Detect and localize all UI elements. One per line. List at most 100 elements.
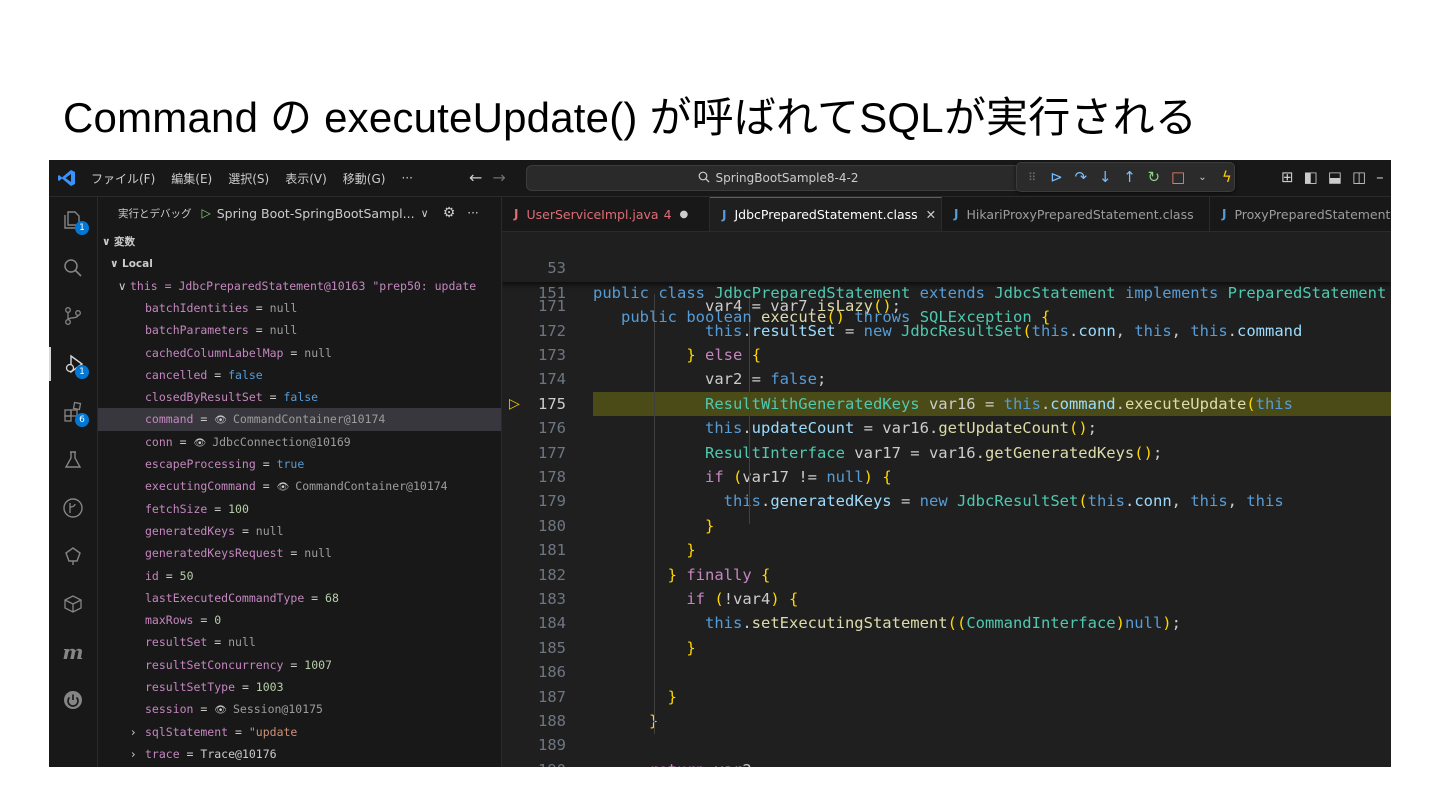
menu-file[interactable]: ファイル(F) (91, 170, 163, 187)
sticky-line[interactable]: 151 public boolean execute() throws SQLE… (502, 256, 1391, 326)
variable-row[interactable]: batchParameters = null (98, 319, 501, 341)
tab-label: UserServiceImpl.java (526, 206, 659, 222)
code-line[interactable]: 181 } (502, 538, 1391, 562)
variable-row[interactable]: session = 👁 Session@10175 (98, 698, 501, 720)
spring-boot-dashboard-icon[interactable] (49, 539, 97, 573)
continue-icon[interactable]: ⊳ (1049, 168, 1063, 186)
start-debugging-icon[interactable]: ▷ (202, 206, 211, 220)
tab-userserviceimpl[interactable]: J UserServiceImpl.java 4 ● (502, 197, 710, 231)
variable-row[interactable]: fetchSize = 100 (98, 498, 501, 520)
power-icon[interactable] (49, 683, 97, 717)
variable-row[interactable]: resultSetType = 1003 (98, 676, 501, 698)
forward-arrow-icon[interactable]: → (492, 168, 505, 187)
modified-dot-icon[interactable]: ● (680, 209, 689, 220)
code-line[interactable]: 189 (502, 733, 1391, 757)
back-arrow-icon[interactable]: ← (469, 168, 482, 187)
eye-icon[interactable]: 👁 (214, 705, 233, 716)
hot-reload-icon[interactable]: ϟ (1220, 168, 1234, 186)
variable-row[interactable]: generatedKeysRequest = null (98, 542, 501, 564)
current-execution-line[interactable]: ▷ 175 ResultWithGeneratedKeys var16 = thi… (502, 391, 1391, 417)
code-line[interactable]: 182 } finally { (502, 563, 1391, 587)
tab-proxypreparedstatement[interactable]: J ProxyPreparedStatement.class (1210, 197, 1391, 231)
code-line[interactable]: 186 (502, 660, 1391, 684)
drag-handle-icon[interactable]: ⠿ (1025, 171, 1039, 184)
close-icon[interactable]: ✕ (926, 207, 936, 222)
restart-icon[interactable]: ↻ (1147, 168, 1161, 186)
code-line[interactable]: 184 this.setExecutingStatement((CommandI… (502, 611, 1391, 635)
eye-icon[interactable]: 👁 (277, 482, 296, 493)
variable-row[interactable]: resultSetConcurrency = 1007 (98, 654, 501, 676)
command-center-search[interactable]: SpringBootSample8-4-2 (526, 165, 1030, 191)
variable-row[interactable]: closedByResultSet = false (98, 386, 501, 408)
launch-config-select[interactable]: Spring Boot-SpringBootSampl... ∨ (217, 202, 429, 224)
variable-row[interactable]: maxRows = 0 (98, 609, 501, 631)
variable-row[interactable]: generatedKeys = null (98, 520, 501, 542)
variable-row[interactable]: › sqlStatement = "update (98, 721, 501, 743)
extensions-icon[interactable]: 6 (49, 395, 97, 429)
variable-row[interactable]: batchIdentities = null (98, 297, 501, 319)
step-into-icon[interactable]: ↓ (1098, 168, 1112, 186)
code-line[interactable]: 188 } (502, 709, 1391, 733)
variable-name: resultSetType (145, 680, 236, 695)
tab-jdbcpreparedstatement[interactable]: J JdbcPreparedStatement.class ✕ (710, 197, 942, 231)
customize-layout-icon[interactable]: ⊞ (1281, 168, 1294, 186)
menu-selection[interactable]: 選択(S) (228, 170, 277, 187)
code-line[interactable]: 187 } (502, 685, 1391, 709)
code-line[interactable]: 185 } (502, 636, 1391, 660)
testing-flask-icon[interactable] (49, 443, 97, 477)
variable-row[interactable]: cachedColumnLabelMap = null (98, 342, 501, 364)
toggle-secondary-sidebar-icon[interactable]: ◫ (1352, 168, 1366, 186)
stop-icon[interactable]: □ (1171, 168, 1185, 186)
menu-view[interactable]: 表示(V) (285, 170, 335, 187)
code-line[interactable]: 179 this.generatedKeys = new JdbcResultS… (502, 489, 1391, 513)
toggle-sidebar-icon[interactable]: ◧ (1304, 168, 1318, 186)
menu-edit[interactable]: 編集(E) (171, 170, 220, 187)
variable-row[interactable]: resultSet = null (98, 631, 501, 653)
menu-more[interactable]: ··· (401, 171, 420, 185)
git-graph-icon[interactable] (49, 491, 97, 525)
eye-icon[interactable]: 👁 (193, 438, 212, 449)
variable-row[interactable]: › trace = Trace@10176 (98, 743, 501, 765)
variable-row[interactable]: command = 👁 CommandContainer@10174 (98, 408, 501, 431)
code-editor[interactable]: 53 public class JdbcPreparedStatement ex… (502, 232, 1391, 767)
code-line[interactable]: 173 } else { (502, 343, 1391, 367)
package-box-icon[interactable] (49, 587, 97, 621)
code-line[interactable]: 174 var2 = false; (502, 367, 1391, 391)
indent-guide (654, 294, 655, 734)
variable-row[interactable]: conn = 👁 JdbcConnection@10169 (98, 431, 501, 453)
chevron-right-icon[interactable]: › (131, 743, 145, 765)
toggle-panel-icon[interactable]: ⬓ (1328, 168, 1342, 186)
gear-icon[interactable]: ⚙ (443, 205, 456, 221)
code-line[interactable]: 176 this.updateCount = var16.getUpdateCo… (502, 416, 1391, 440)
eye-icon[interactable]: 👁 (214, 415, 233, 426)
step-over-icon[interactable]: ↷ (1074, 168, 1088, 186)
variables-section-header[interactable]: ∨ 変数 (98, 231, 501, 253)
menu-go[interactable]: 移動(G) (343, 170, 394, 187)
search-icon[interactable] (49, 251, 97, 285)
code-line[interactable]: 177 ResultInterface var17 = var16.getGen… (502, 441, 1391, 465)
variable-value: 1003 (255, 680, 284, 695)
run-and-debug-icon[interactable]: 1 (49, 347, 97, 381)
local-scope-header[interactable]: ∨ Local (98, 253, 501, 275)
variable-value: CommandContainer@10174 (295, 479, 448, 494)
this-variable-row[interactable]: ∨ this = JdbcPreparedStatement@10163 "pre… (98, 275, 501, 297)
variable-row[interactable]: lastExecutedCommandType = 68 (98, 587, 501, 609)
chevron-right-icon[interactable]: › (131, 721, 145, 743)
variable-row[interactable]: executingCommand = 👁 CommandContainer@10… (98, 475, 501, 497)
maven-icon[interactable]: m (49, 635, 97, 669)
code-line[interactable]: 183 if (!var4) { (502, 587, 1391, 611)
variable-row[interactable]: cancelled = false (98, 364, 501, 386)
code-line[interactable]: 178 if (var17 != null) { (502, 465, 1391, 489)
sticky-line[interactable]: 53 public class JdbcPreparedStatement ex… (502, 232, 1391, 301)
more-actions-icon[interactable]: ··· (467, 206, 478, 220)
source-control-icon[interactable] (49, 299, 97, 333)
chevron-down-icon[interactable]: ⌄ (1195, 172, 1209, 183)
step-out-icon[interactable]: ↑ (1122, 168, 1136, 186)
minimize-icon[interactable]: – (1376, 168, 1384, 186)
code-line[interactable]: 190 return var2; (502, 758, 1391, 767)
variable-row[interactable]: id = 50 (98, 565, 501, 587)
explorer-icon[interactable]: 1 (49, 203, 97, 237)
variable-row[interactable]: escapeProcessing = true (98, 453, 501, 475)
tab-hikariproxypreparedstatement[interactable]: J HikariProxyPreparedStatement.class (942, 197, 1210, 231)
code-line[interactable]: 180 } (502, 514, 1391, 538)
